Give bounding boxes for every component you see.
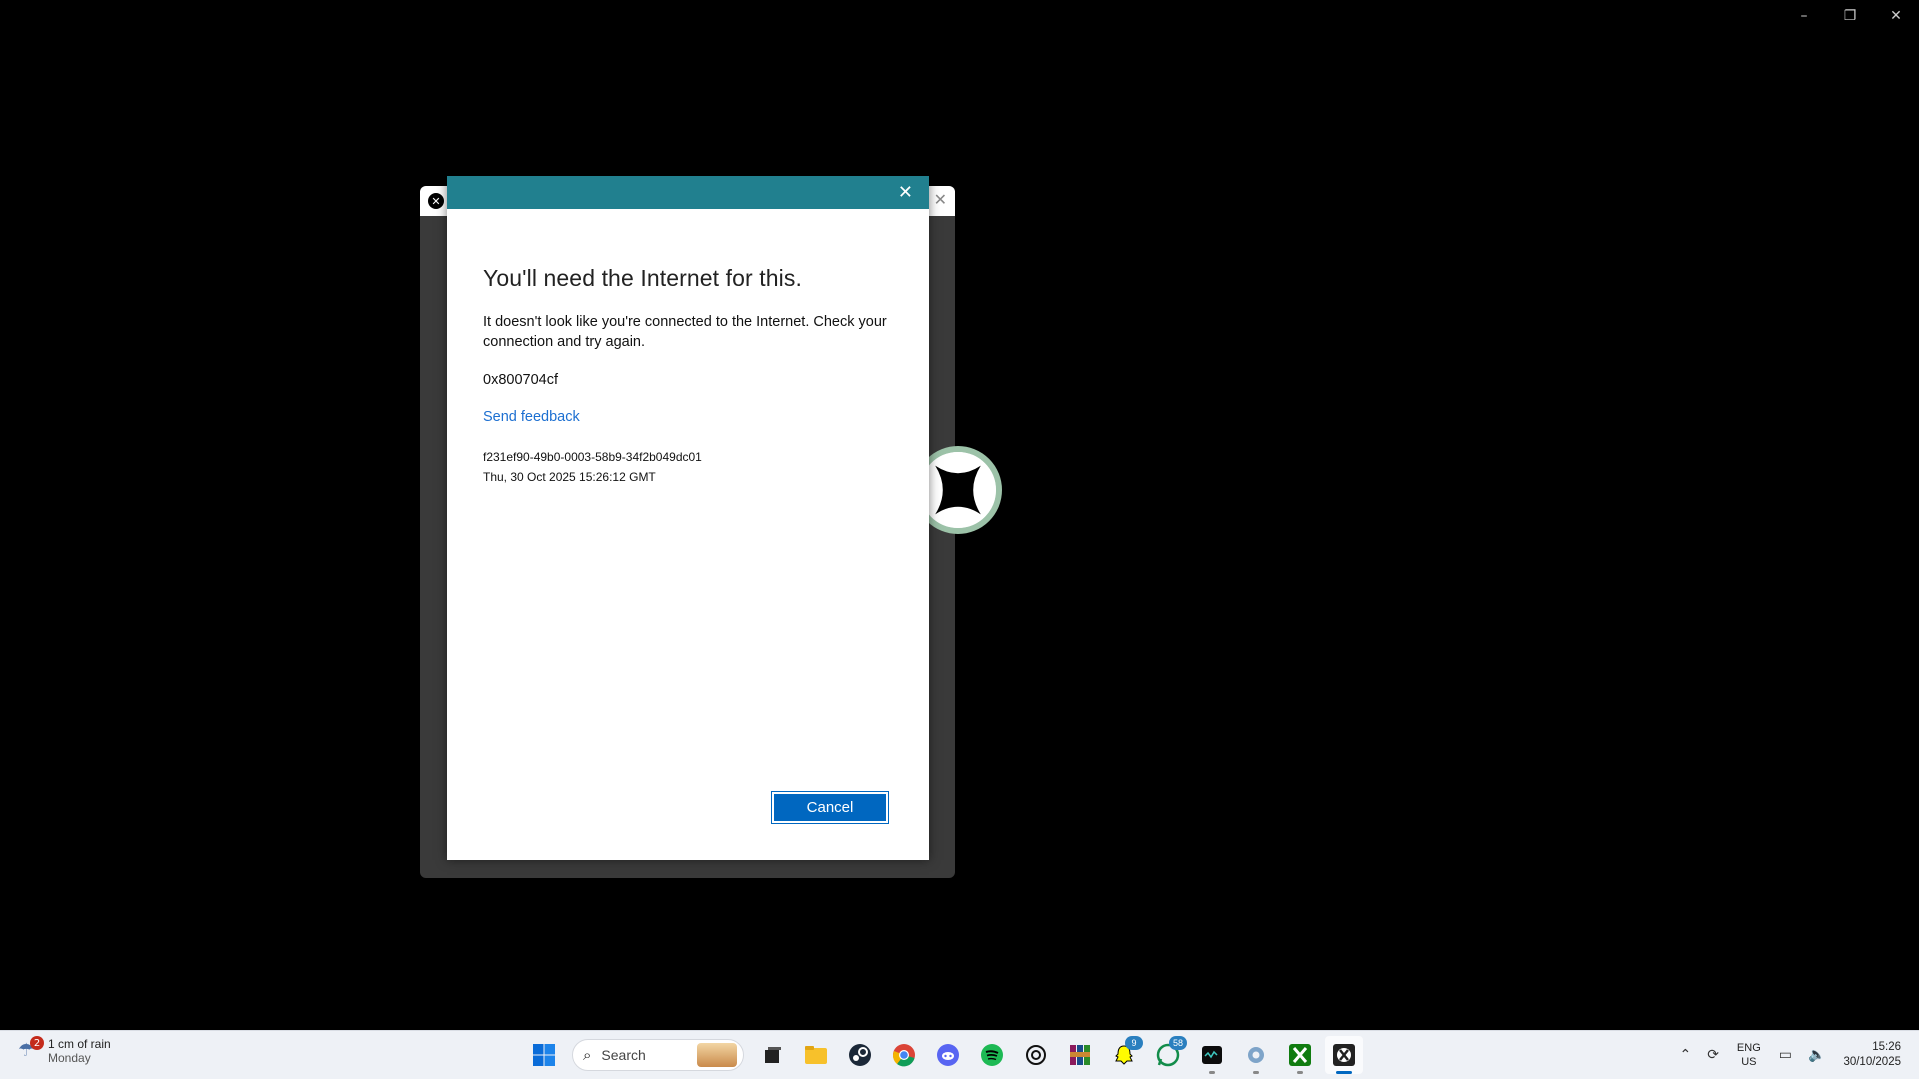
- weather-widget[interactable]: ☂ 2 1 cm of rain Monday: [18, 1036, 111, 1065]
- language-code: ENG: [1736, 1042, 1761, 1054]
- minimize-button[interactable]: –: [1781, 0, 1827, 32]
- clock[interactable]: 15:26 30/10/2025: [1843, 1040, 1901, 1070]
- rain-icon: ☂ 2: [18, 1036, 44, 1062]
- snapchat-icon[interactable]: 9: [1105, 1036, 1143, 1074]
- chrome-icon[interactable]: [885, 1036, 923, 1074]
- region-code: US: [1741, 1056, 1757, 1068]
- whatsapp-icon[interactable]: 58: [1149, 1036, 1187, 1074]
- error-code: 0x800704cf: [483, 372, 558, 388]
- settings-icon[interactable]: [1237, 1036, 1275, 1074]
- correlation-id: f231ef90-49b0-0003-58b9-34f2b049dc01: [483, 450, 702, 464]
- network-icon[interactable]: ▭: [1779, 1047, 1792, 1063]
- task-view-icon[interactable]: [753, 1036, 791, 1074]
- weather-badge: 2: [30, 1036, 44, 1050]
- xbox-app-icon[interactable]: [1325, 1036, 1363, 1074]
- steam-icon[interactable]: [841, 1036, 879, 1074]
- running-indicator: [1297, 1071, 1303, 1074]
- language-indicator[interactable]: ENG US: [1737, 1041, 1761, 1069]
- taskbar: ☂ 2 1 cm of rain Monday ⌕ Search 9 58 ⌃ …: [0, 1030, 1919, 1079]
- search-icon: ⌕: [583, 1046, 592, 1064]
- snapchat-badge: 9: [1125, 1036, 1143, 1050]
- dialog-close-icon[interactable]: ✕: [898, 182, 913, 203]
- search-placeholder: Search: [601, 1047, 646, 1063]
- weather-text: 1 cm of rain: [48, 1037, 111, 1051]
- sync-icon[interactable]: ⟳: [1707, 1047, 1719, 1063]
- error-timestamp: Thu, 30 Oct 2025 15:26:12 GMT: [483, 470, 656, 484]
- terminal-icon[interactable]: [1193, 1036, 1231, 1074]
- clock-time: 15:26: [1872, 1041, 1901, 1053]
- window-controls: – ❐ ✕: [1781, 0, 1919, 32]
- discord-icon[interactable]: [929, 1036, 967, 1074]
- dialog-content: You'll need the Internet for this. It do…: [447, 265, 929, 487]
- running-indicator: [1253, 1071, 1259, 1074]
- whatsapp-badge: 58: [1169, 1036, 1187, 1050]
- dialog-title: You'll need the Internet for this.: [483, 265, 802, 291]
- system-tray: ⌃ ⟳ ENG US ▭ 🔈 15:26 30/10/2025: [1671, 1031, 1919, 1079]
- search-highlight-image: [697, 1043, 737, 1067]
- weather-day: Monday: [48, 1051, 91, 1065]
- chatgpt-icon[interactable]: [1017, 1036, 1055, 1074]
- send-feedback-link[interactable]: Send feedback: [483, 409, 580, 425]
- close-window-button[interactable]: ✕: [1873, 0, 1919, 32]
- dialog-message: It doesn't look like you're connected to…: [483, 314, 887, 350]
- xbox-logo-icon: ✕: [428, 193, 444, 209]
- back-window-close-button[interactable]: ✕: [934, 190, 947, 209]
- cancel-button[interactable]: Cancel: [771, 791, 889, 824]
- dialog-titlebar: ✕: [447, 176, 929, 209]
- start-icon[interactable]: [525, 1036, 563, 1074]
- winrar-icon[interactable]: [1061, 1036, 1099, 1074]
- spotify-icon[interactable]: [973, 1036, 1011, 1074]
- chevron-up-icon[interactable]: ⌃: [1679, 1047, 1691, 1063]
- taskbar-apps: ⌕ Search 9 58: [522, 1036, 1366, 1074]
- volume-icon[interactable]: 🔈: [1808, 1047, 1825, 1063]
- file-explorer-icon[interactable]: [797, 1036, 835, 1074]
- xbox-icon[interactable]: [1281, 1036, 1319, 1074]
- running-indicator: [1209, 1071, 1215, 1074]
- clock-date: 30/10/2025: [1843, 1056, 1901, 1068]
- active-indicator: [1336, 1071, 1352, 1074]
- restore-button[interactable]: ❐: [1827, 0, 1873, 32]
- error-dialog: ✕ You'll need the Internet for this. It …: [447, 176, 929, 860]
- search-box[interactable]: ⌕ Search: [572, 1039, 744, 1071]
